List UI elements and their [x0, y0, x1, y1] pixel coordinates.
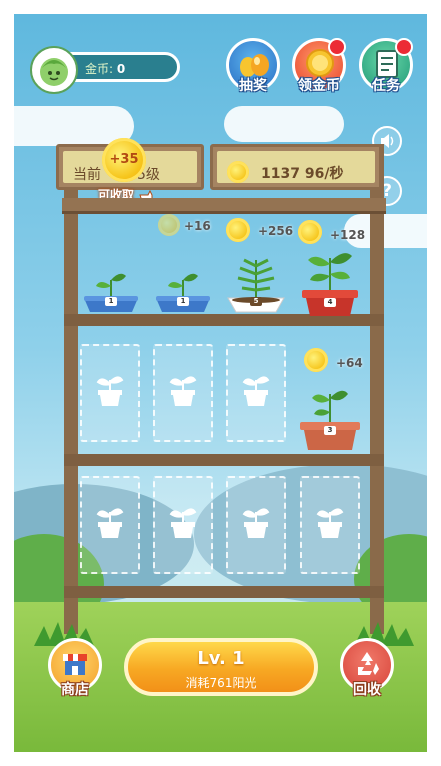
- sun-icon: [304, 348, 328, 372]
- plant-level: 1: [177, 297, 189, 306]
- recycle-button[interactable]: 回收: [340, 638, 394, 698]
- bonus-value: +35: [109, 152, 139, 167]
- coin-value: 0: [116, 62, 126, 76]
- upgrade-level: Lv. 1: [197, 648, 245, 669]
- plant-rate: +16: [184, 219, 211, 233]
- sun-icon: [158, 214, 180, 236]
- player-avatar[interactable]: [30, 46, 78, 94]
- sun-icon: [298, 220, 322, 244]
- sprout-plant-icon: [156, 273, 210, 312]
- empty-plant-slot[interactable]: [226, 344, 286, 442]
- recycle-label: 回收: [353, 682, 381, 698]
- sunlight-readout: 1137 96/秒: [261, 163, 343, 183]
- shop-label: 商店: [61, 682, 89, 698]
- notification-dot: [395, 38, 413, 56]
- sunlight-total: 1137: [261, 166, 300, 182]
- plant-level: 1: [105, 297, 117, 306]
- notification-dot: [328, 38, 346, 56]
- cloud: [224, 106, 344, 142]
- plant-level: 3: [324, 426, 336, 435]
- empty-plant-slot[interactable]: [80, 476, 140, 574]
- game-stage: 金币: 0 抽奖 领金币 任务 ? 当前 5级 1137 96/秒 +35 可收…: [14, 14, 427, 752]
- empty-pot-icon: [169, 376, 197, 406]
- empty-pot-icon: [169, 508, 197, 538]
- plant-rate: +64: [336, 356, 363, 370]
- empty-pot-icon: [96, 376, 124, 406]
- shop-button[interactable]: 商店: [48, 638, 102, 698]
- upgrade-cost: 消耗761阳光: [185, 676, 257, 690]
- shelf-board-3: [64, 586, 384, 598]
- empty-pot-icon: [242, 376, 270, 406]
- shelf-post-left: [64, 144, 78, 634]
- plant-level: 5: [250, 297, 262, 306]
- tasks-label: 任务: [372, 78, 400, 94]
- empty-plant-slot[interactable]: [153, 476, 213, 574]
- sun-icon: [227, 161, 249, 183]
- shop-icon: [63, 654, 87, 675]
- empty-plant-slot[interactable]: [80, 344, 140, 442]
- recycle-icon: [358, 652, 379, 675]
- sunlight-panel: 1137 96/秒: [210, 144, 382, 190]
- coin-label: 金币:: [85, 62, 114, 76]
- cabbage-avatar-icon: [40, 58, 68, 86]
- shelf-top-board: [62, 198, 386, 214]
- potted-plant-icon: [300, 390, 360, 450]
- empty-pot-icon: [96, 508, 124, 538]
- shelf-board-2: [64, 454, 384, 466]
- plant-rate: +256: [258, 224, 294, 238]
- lottery-label: 抽奖: [239, 78, 267, 94]
- plant-level: 4: [324, 298, 336, 307]
- empty-pot-icon: [242, 508, 270, 538]
- empty-pot-icon: [316, 508, 344, 538]
- sunlight-rate: 96/秒: [304, 166, 344, 182]
- upgrade-button[interactable]: Lv. 1 消耗761阳光: [124, 638, 318, 696]
- empty-plant-slot[interactable]: [226, 476, 286, 574]
- sprout-plant-icon: [84, 273, 138, 312]
- empty-plant-slot[interactable]: [153, 344, 213, 442]
- collect-coins-button[interactable]: 领金币: [292, 38, 346, 94]
- shelf-post-right: [370, 144, 384, 634]
- level-prefix: 当前: [73, 167, 101, 183]
- tasks-button[interactable]: 任务: [359, 38, 413, 94]
- coin-balance-text: 金币: 0: [85, 60, 125, 77]
- empty-plant-slot[interactable]: [300, 476, 360, 574]
- collect-coins-label: 领金币: [298, 78, 340, 94]
- plant-rate: +128: [330, 228, 366, 242]
- lottery-button[interactable]: 抽奖: [226, 38, 280, 94]
- sun-icon: [226, 218, 250, 242]
